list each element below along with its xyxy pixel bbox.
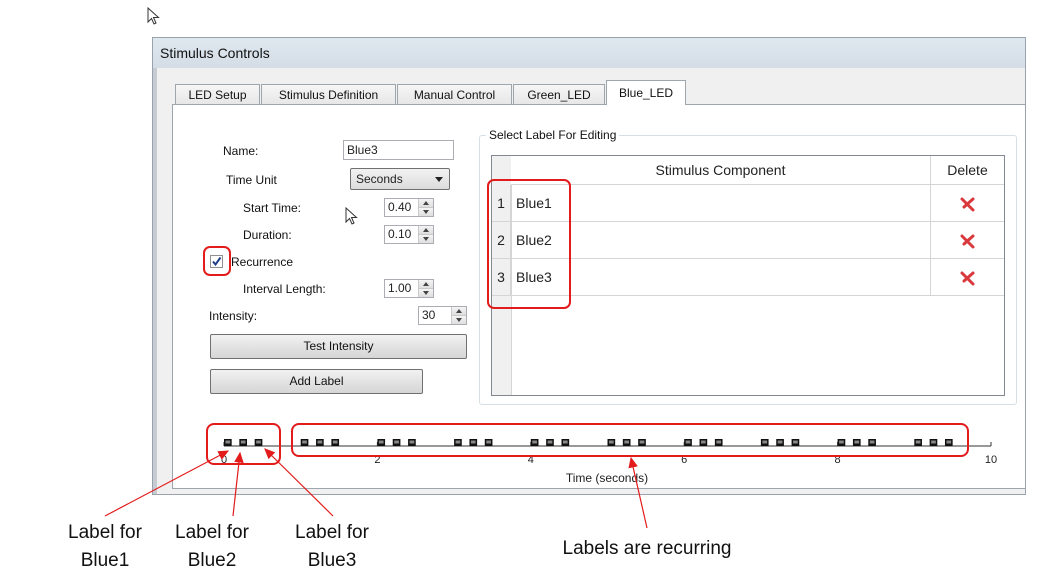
annotation-labels-recurring: Labels are recurring [562,538,732,559]
annotation-label-blue1: Label for Blue1 [68,522,142,571]
arrow-recurring [628,456,648,529]
pulse-highlight [839,440,844,444]
pulse-highlight [317,440,323,444]
pulse-highlight [562,440,568,444]
pulse-highlight [378,440,384,444]
pulse-highlight [470,440,476,444]
pulse-highlight [915,440,921,444]
pulse-highlight [946,440,952,444]
pulse-highlight [685,440,691,444]
arrow-blue2 [232,451,244,517]
pulse-highlight [455,440,461,444]
stimulus-timeline-chart: 0 2 4 6 8 10 Time (seconds) [104,423,997,529]
pulse-highlight [777,440,783,444]
x-tick-label: 10 [985,454,997,466]
pulse-highlight [762,440,768,444]
pulse-highlight [869,440,875,444]
pulse-highlight [332,440,338,444]
pulse-highlight [639,440,645,444]
pulse-highlight [409,440,415,444]
pulse-highlight [240,440,246,444]
timeline-pulses [224,439,953,446]
pulse-highlight [394,440,399,444]
pulse-highlight [793,440,798,444]
annotation-label-blue2: Label for Blue2 [175,522,249,571]
pulse-highlight [854,440,860,444]
arrow-blue3 [264,448,334,517]
pulse-highlight [532,440,537,444]
pulse-highlight [302,440,307,444]
pulse-highlight [547,440,553,444]
pulse-highlight [701,440,706,444]
pulse-highlight [931,440,936,444]
pulse-highlight [624,440,630,444]
pulse-highlight [256,440,261,444]
annotation-label-blue3: Label for Blue3 [295,522,369,571]
pulse-highlight [609,440,614,444]
pulse-highlight [225,440,231,444]
pulse-highlight [486,440,491,444]
pulse-highlight [716,440,722,444]
tab-blue-led[interactable]: Blue_LED [606,80,686,105]
arrow-blue1 [104,450,230,517]
